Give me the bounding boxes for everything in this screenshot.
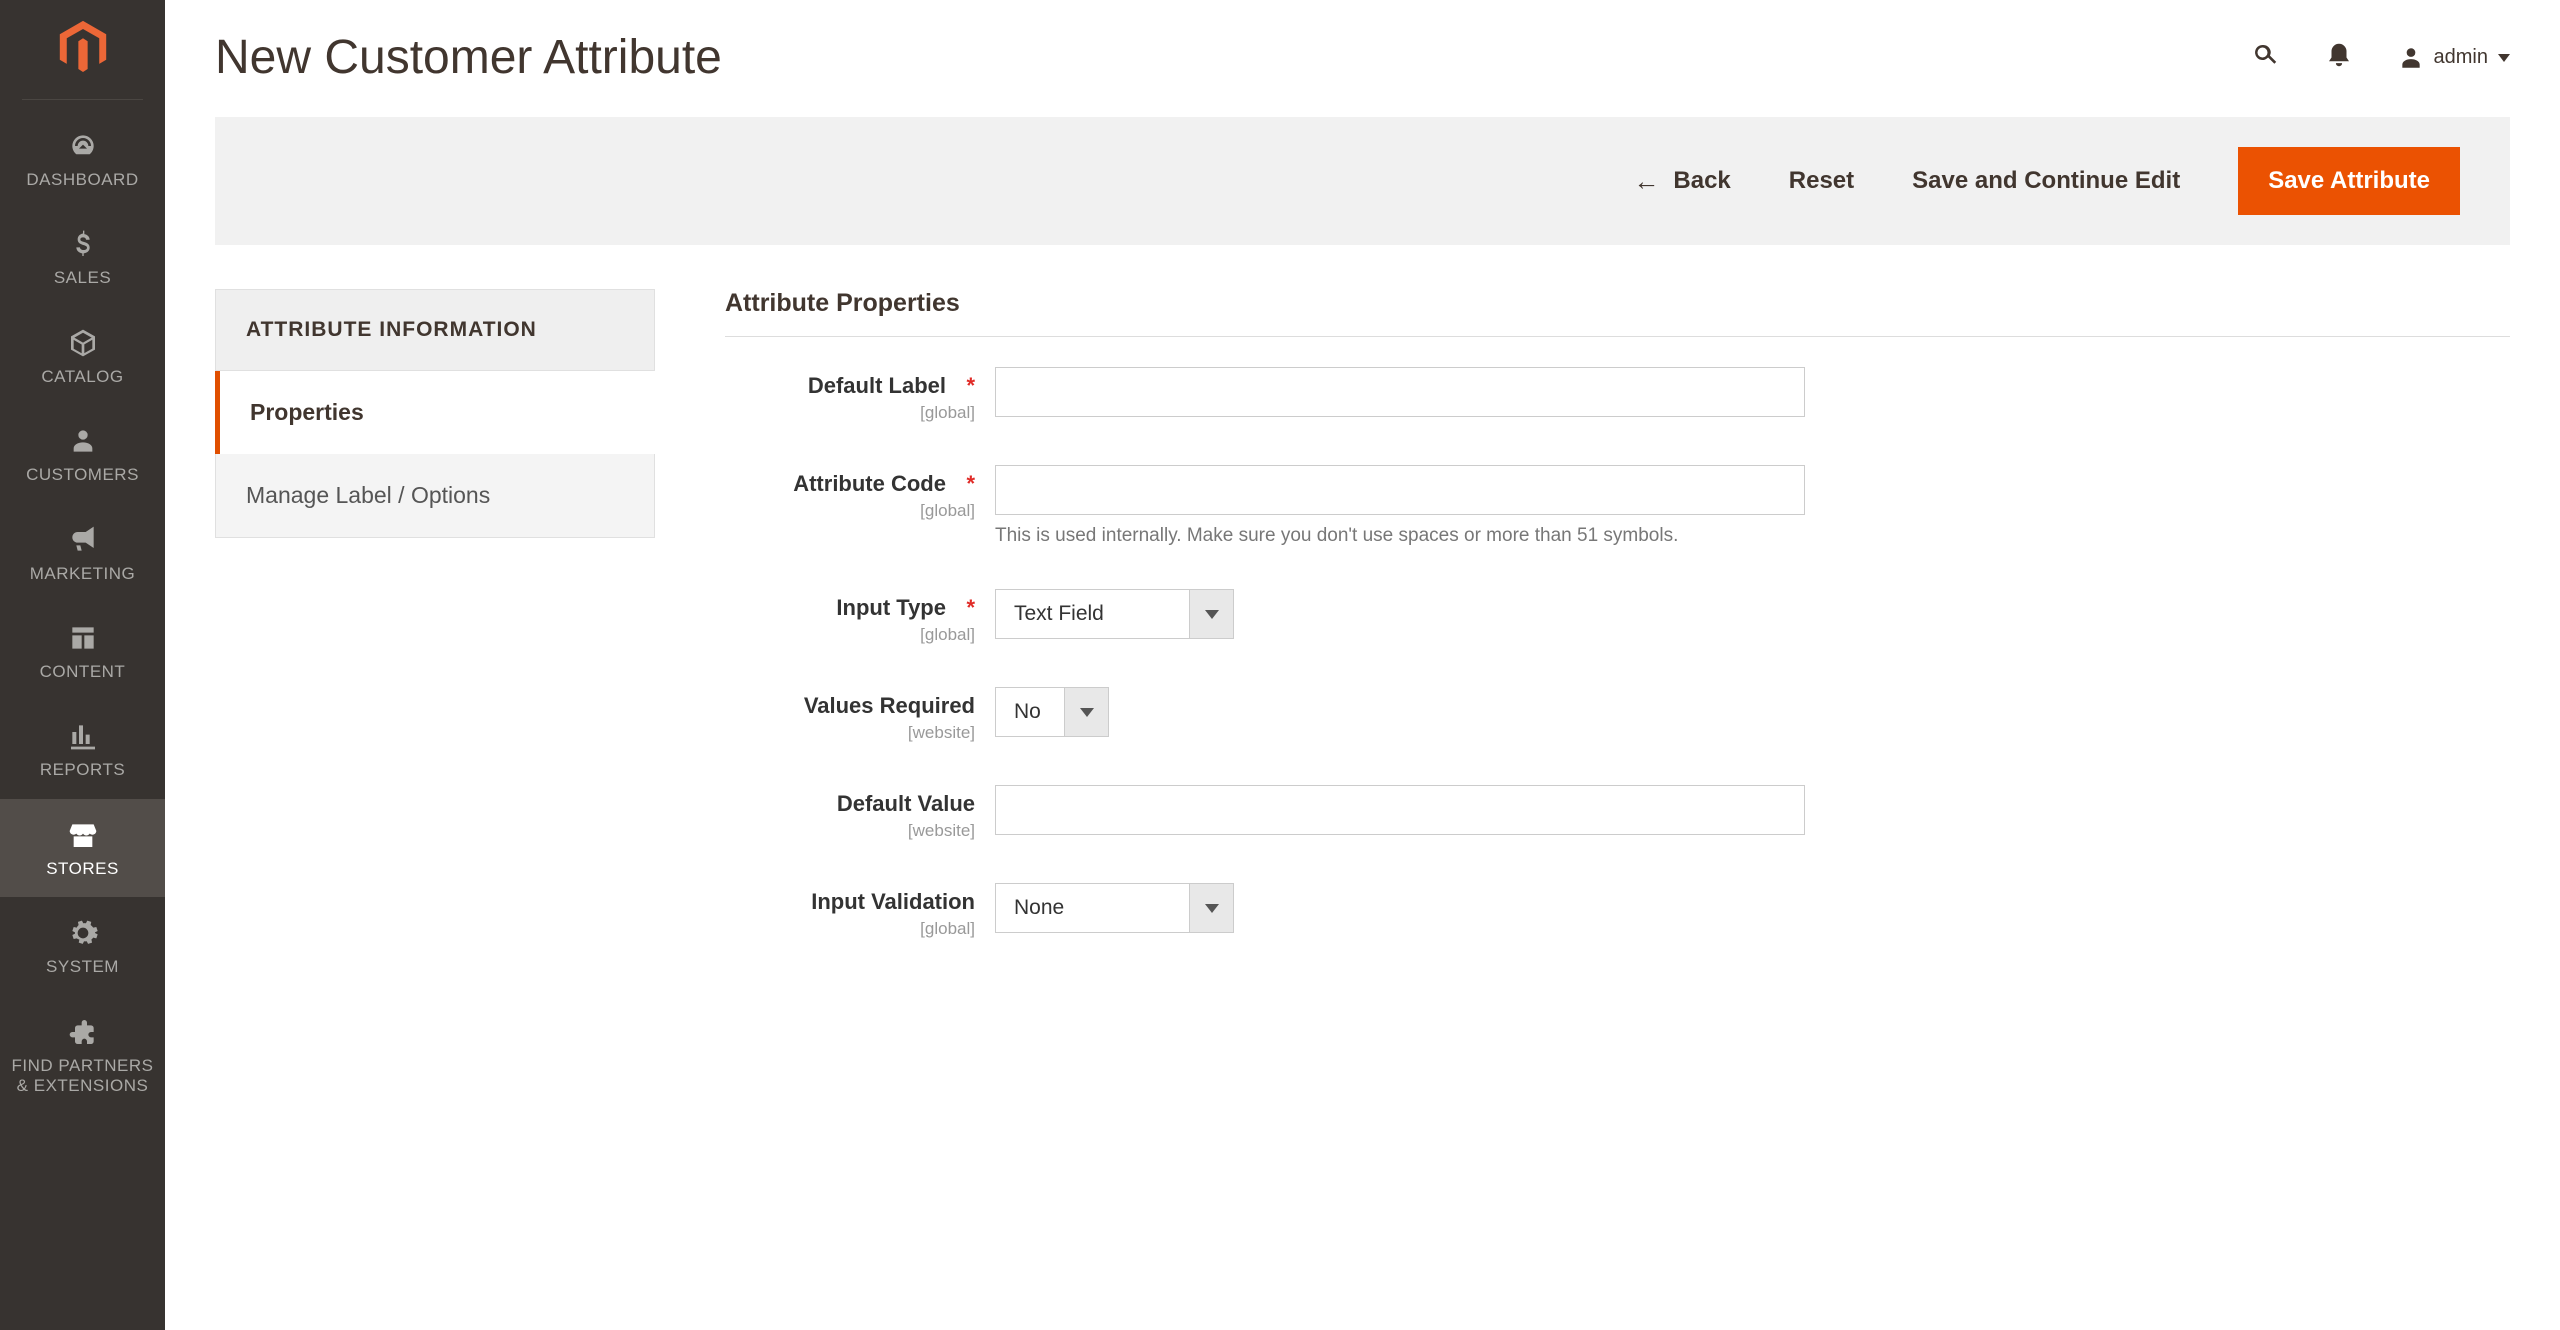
field-values-required: Values Required [website] No xyxy=(725,687,2510,743)
nav-label: CONTENT xyxy=(40,662,126,682)
nav-label: FIND PARTNERS & EXTENSIONS xyxy=(6,1056,159,1097)
save-attribute-button[interactable]: Save Attribute xyxy=(2238,147,2460,215)
field-input-validation: Input Validation [global] None xyxy=(725,883,2510,939)
field-attribute-code: Attribute Code * [global] This is used i… xyxy=(725,465,2510,547)
nav-catalog[interactable]: CATALOG xyxy=(0,307,165,405)
notifications-icon[interactable] xyxy=(2324,40,2354,75)
nav-label: SYSTEM xyxy=(46,957,119,977)
input-type-select[interactable]: Text Field xyxy=(995,589,2510,639)
nav-content[interactable]: CONTENT xyxy=(0,602,165,700)
field-scope: [global] xyxy=(725,501,975,521)
nav-customers[interactable]: CUSTOMERS xyxy=(0,405,165,503)
select-value: No xyxy=(995,687,1065,737)
field-default-value: Default Value [website] xyxy=(725,785,2510,841)
nav-label: CUSTOMERS xyxy=(26,465,139,485)
field-label: Default Label xyxy=(808,373,946,398)
save-continue-button[interactable]: Save and Continue Edit xyxy=(1912,167,2180,195)
attribute-code-help: This is used internally. Make sure you d… xyxy=(995,525,2510,547)
bars-icon xyxy=(67,720,99,752)
chevron-down-icon xyxy=(1190,589,1234,639)
chevron-down-icon xyxy=(2498,54,2510,62)
action-bar: ← Back Reset Save and Continue Edit Save… xyxy=(215,117,2510,245)
field-scope: [website] xyxy=(725,821,975,841)
reset-button[interactable]: Reset xyxy=(1789,167,1854,195)
page-header: New Customer Attribute admin xyxy=(165,0,2560,117)
nav-label: DASHBOARD xyxy=(26,170,138,190)
gear-icon xyxy=(67,917,99,949)
magento-logo[interactable] xyxy=(22,18,143,100)
field-label: Input Validation xyxy=(811,889,975,914)
user-icon xyxy=(2398,45,2424,71)
megaphone-icon xyxy=(67,524,99,556)
select-value: Text Field xyxy=(995,589,1190,639)
default-label-input[interactable] xyxy=(995,367,1805,417)
box-icon xyxy=(67,327,99,359)
nav-stores[interactable]: STORES xyxy=(0,799,165,897)
nav-system[interactable]: SYSTEM xyxy=(0,897,165,995)
search-icon[interactable] xyxy=(2250,40,2280,75)
nav-label: REPORTS xyxy=(40,760,125,780)
field-default-label: Default Label * [global] xyxy=(725,367,2510,423)
nav-reports[interactable]: REPORTS xyxy=(0,700,165,798)
required-star: * xyxy=(966,471,975,496)
required-star: * xyxy=(966,595,975,620)
person-icon xyxy=(67,425,99,457)
back-label: Back xyxy=(1673,167,1730,195)
back-button[interactable]: ← Back xyxy=(1633,166,1730,197)
page-title: New Customer Attribute xyxy=(215,30,2250,85)
default-value-input[interactable] xyxy=(995,785,1805,835)
dollar-icon xyxy=(67,228,99,260)
nav-label: SALES xyxy=(54,268,111,288)
puzzle-icon xyxy=(67,1016,99,1048)
tab-manage-label-options[interactable]: Manage Label / Options xyxy=(215,454,655,538)
tab-properties[interactable]: Properties xyxy=(215,371,655,454)
nav-label: CATALOG xyxy=(41,367,123,387)
section-title: Attribute Properties xyxy=(725,289,2510,337)
nav-dashboard[interactable]: DASHBOARD xyxy=(0,110,165,208)
field-label: Default Value xyxy=(837,791,975,816)
admin-account-menu[interactable]: admin xyxy=(2398,45,2510,71)
nav-label: STORES xyxy=(46,859,119,879)
field-input-type: Input Type * [global] Text Field xyxy=(725,589,2510,645)
dashboard-icon xyxy=(67,130,99,162)
sidebar: DASHBOARD SALES CATALOG CUSTOMERS MARKET… xyxy=(0,0,165,1330)
nav-label: MARKETING xyxy=(30,564,136,584)
field-label: Attribute Code xyxy=(793,471,946,496)
field-scope: [global] xyxy=(725,403,975,423)
form-area: Attribute Properties Default Label * [gl… xyxy=(725,289,2510,981)
field-label: Values Required xyxy=(804,693,975,718)
select-value: None xyxy=(995,883,1190,933)
values-required-select[interactable]: No xyxy=(995,687,2510,737)
nav-partners[interactable]: FIND PARTNERS & EXTENSIONS xyxy=(0,996,165,1115)
nav-sales[interactable]: SALES xyxy=(0,208,165,306)
input-validation-select[interactable]: None xyxy=(995,883,2510,933)
nav-marketing[interactable]: MARKETING xyxy=(0,504,165,602)
main-content: New Customer Attribute admin ← Back Rese… xyxy=(165,0,2560,1330)
field-scope: [website] xyxy=(725,723,975,743)
layout-icon xyxy=(67,622,99,654)
field-scope: [global] xyxy=(725,625,975,645)
required-star: * xyxy=(966,373,975,398)
arrow-left-icon: ← xyxy=(1633,166,1659,197)
field-label: Input Type xyxy=(836,595,946,620)
chevron-down-icon xyxy=(1065,687,1109,737)
attribute-info-panel: ATTRIBUTE INFORMATION Properties Manage … xyxy=(215,289,655,981)
attribute-code-input[interactable] xyxy=(995,465,1805,515)
chevron-down-icon xyxy=(1190,883,1234,933)
store-icon xyxy=(67,819,99,851)
admin-username: admin xyxy=(2434,46,2488,69)
field-scope: [global] xyxy=(725,919,975,939)
panel-heading: ATTRIBUTE INFORMATION xyxy=(215,289,655,371)
